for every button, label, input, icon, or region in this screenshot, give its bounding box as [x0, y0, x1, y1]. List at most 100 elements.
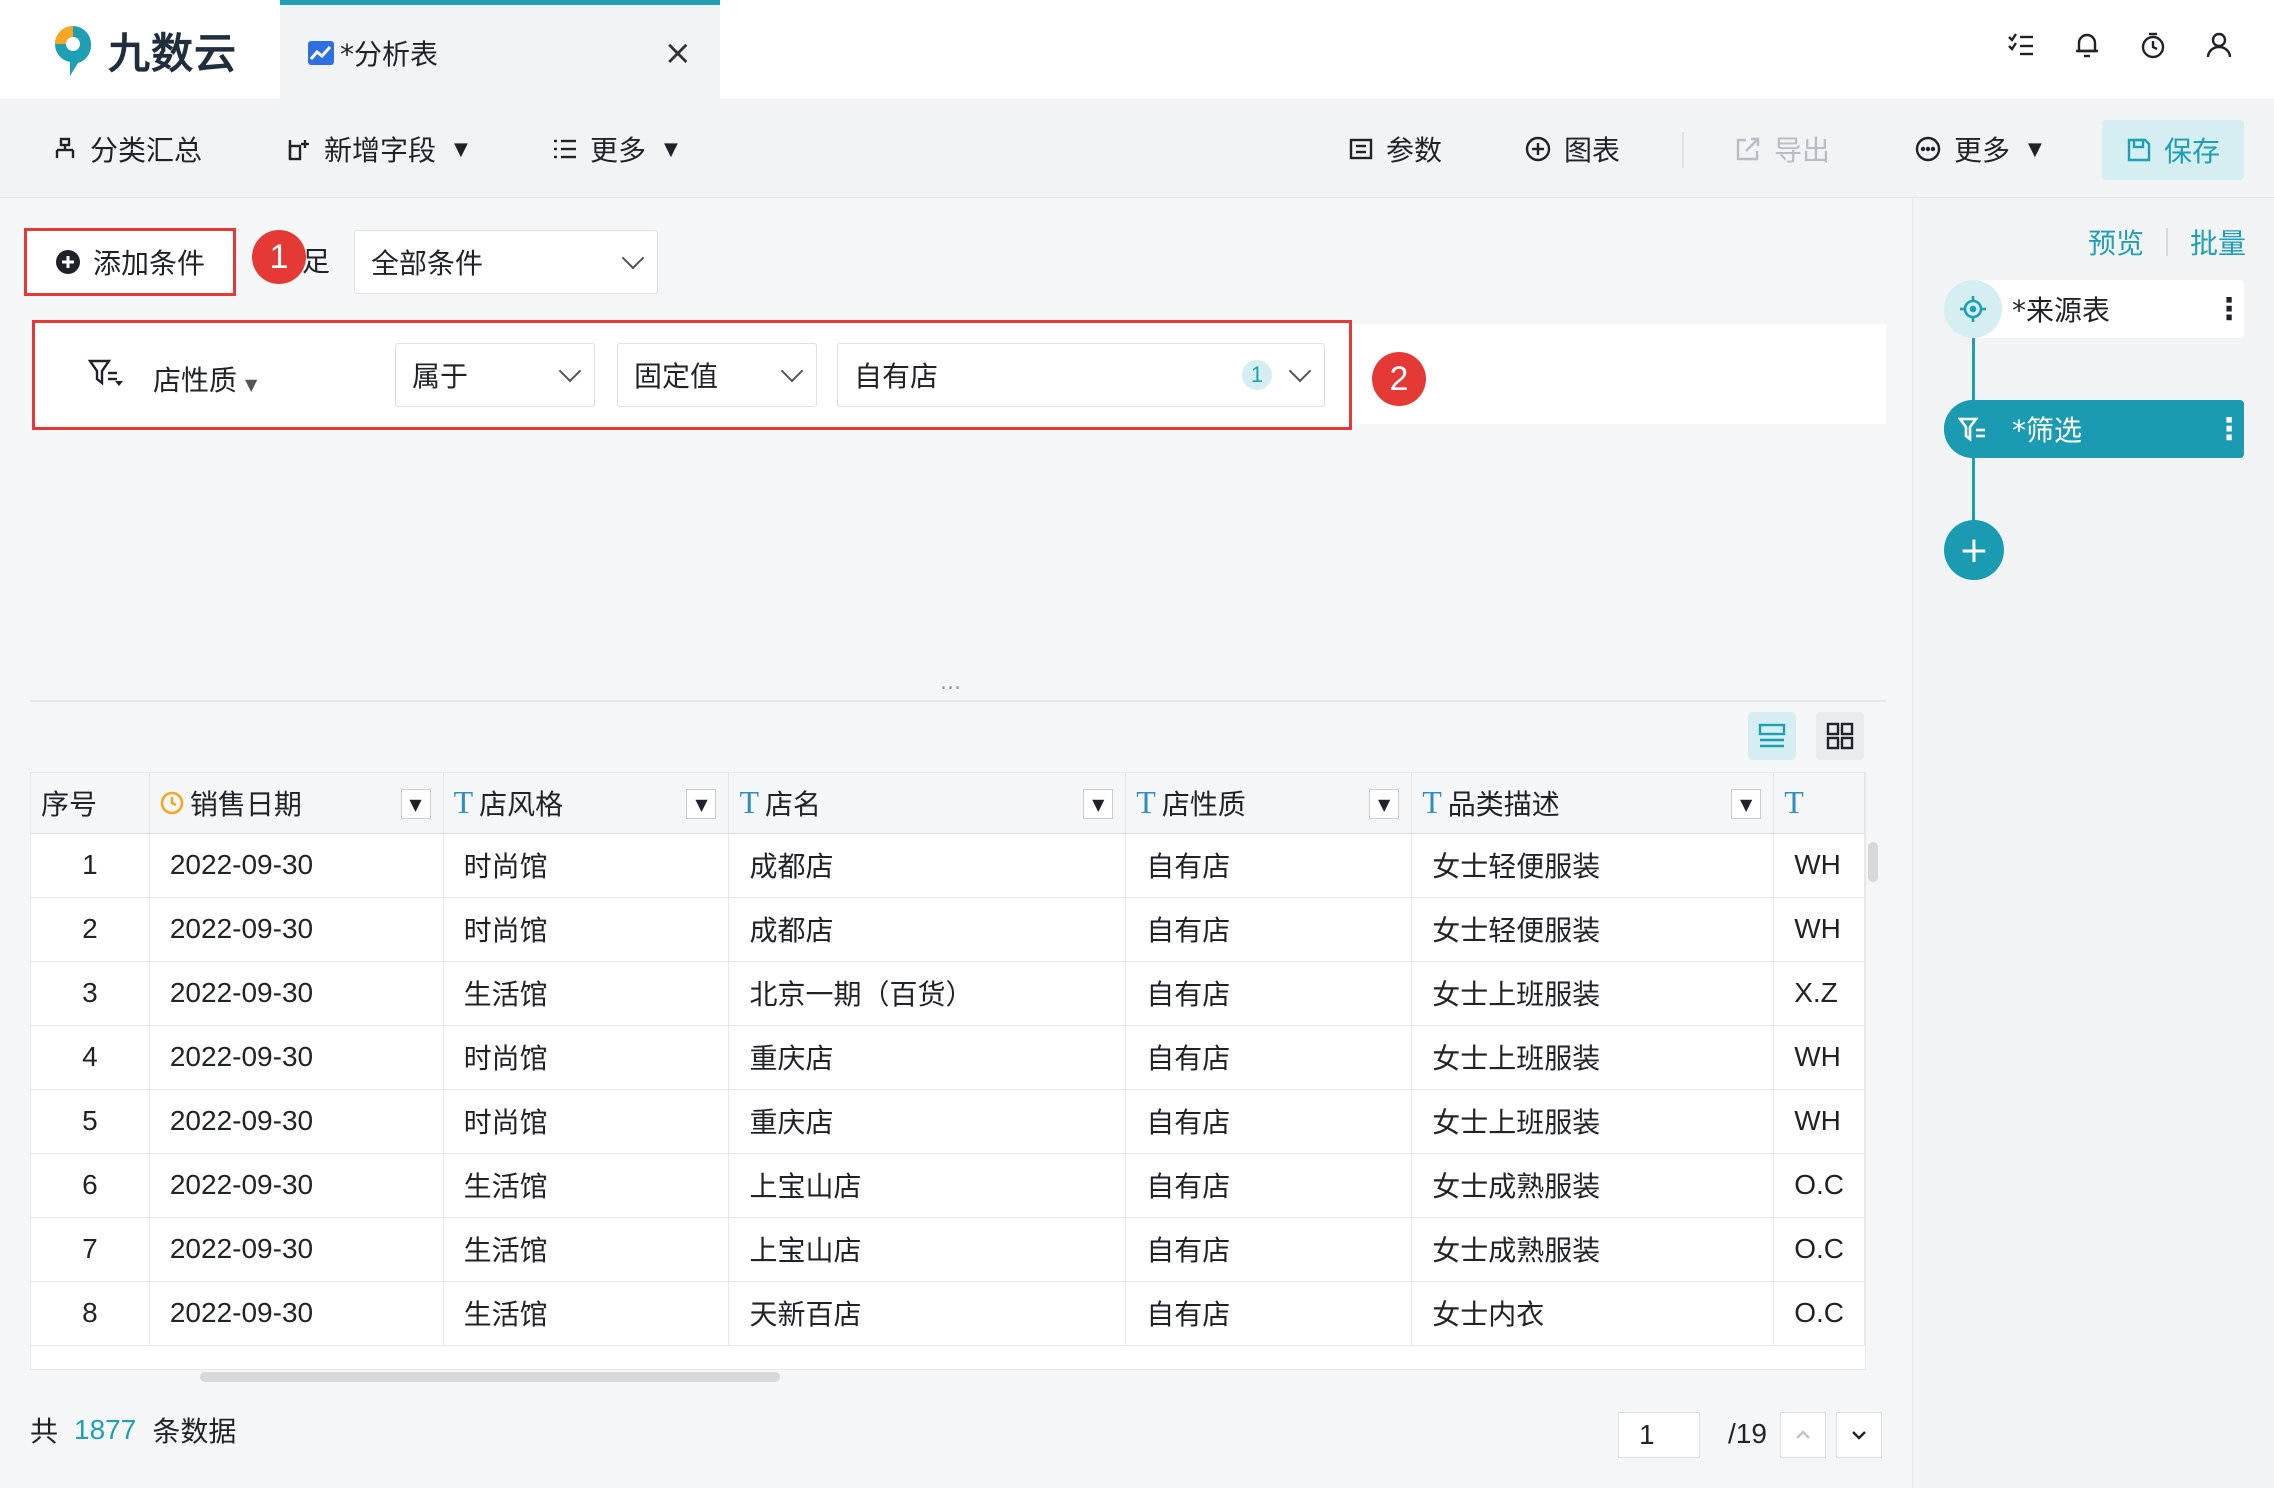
table-cell: 自有店 — [1125, 1217, 1413, 1282]
table-cell: 女士成熟服装 — [1411, 1217, 1775, 1282]
row-index-cell: 3 — [31, 961, 150, 1026]
table-row[interactable]: 2 2022-09-30 时尚馆 成都店 自有店 女士轻便服装 WH — [31, 897, 1865, 962]
kebab-menu-icon[interactable]: ⋮ — [2214, 412, 2244, 447]
column-header-truncated[interactable]: T — [1773, 773, 1865, 834]
table-cell: 女士上班服装 — [1411, 1089, 1775, 1154]
data-grid: 序号 销售日期 ▼ T 店风格 ▼ T 店名 ▼ T 店性质 ▼ T 品类描述 … — [31, 773, 1865, 1346]
list-view-toggle[interactable] — [1748, 712, 1796, 760]
params-icon — [1349, 138, 1373, 160]
grid-view-icon — [1826, 722, 1854, 750]
table-cell: 上宝山店 — [728, 1217, 1127, 1282]
user-icon[interactable] — [2204, 30, 2234, 60]
group-summary-button[interactable]: 分类汇总 — [52, 100, 202, 198]
table-row[interactable]: 6 2022-09-30 生活馆 上宝山店 自有店 女士成熟服装 O.C — [31, 1153, 1865, 1218]
kebab-menu-icon[interactable]: ⋮ — [2214, 292, 2244, 327]
column-header-store-type[interactable]: T 店性质 ▼ — [1125, 773, 1413, 834]
next-page-button[interactable] — [1836, 1412, 1882, 1458]
table-row[interactable]: 5 2022-09-30 时尚馆 重庆店 自有店 女士上班服装 WH — [31, 1089, 1865, 1154]
table-row[interactable]: 3 2022-09-30 生活馆 北京一期（百货） 自有店 女士上班服装 X.Z — [31, 961, 1865, 1026]
column-header-store-style[interactable]: T 店风格 ▼ — [443, 773, 730, 834]
plus-icon: + — [1958, 529, 1990, 571]
prev-page-button[interactable] — [1780, 1412, 1826, 1458]
table-cell: 女士上班服装 — [1411, 961, 1775, 1026]
params-button[interactable]: 参数 — [1348, 100, 1442, 198]
table-cell: X.Z — [1773, 961, 1865, 1026]
table-cell: 自有店 — [1125, 961, 1413, 1026]
task-list-icon[interactable] — [2006, 30, 2036, 60]
flow-node-filter[interactable]: *筛选 ⋮ — [1944, 400, 2244, 458]
resize-handle[interactable]: ... — [940, 670, 961, 695]
plus-circle-filled-icon — [55, 250, 80, 274]
filter-field-icon — [87, 357, 125, 393]
chart-button[interactable]: 图表 — [1524, 100, 1620, 198]
app-logo[interactable]: 九数云 — [50, 20, 237, 80]
add-field-label: 新增字段 — [324, 134, 437, 167]
tab-analysis-table[interactable]: *分析表 × — [280, 0, 720, 100]
more-right-button[interactable]: 更多 ▼ — [1914, 100, 2042, 198]
annotation-badge-1: 1 — [252, 230, 306, 284]
column-header-store-name[interactable]: T 店名 ▼ — [728, 773, 1127, 834]
table-cell: 成都店 — [728, 833, 1127, 898]
column-menu-button[interactable]: ▼ — [1369, 789, 1400, 819]
table-cell: 成都店 — [728, 897, 1127, 962]
chevron-up-icon — [1796, 1430, 1810, 1439]
save-button[interactable]: 保存 — [2102, 120, 2244, 180]
column-menu-button[interactable]: ▼ — [1083, 789, 1114, 819]
column-header-category-desc[interactable]: T 品类描述 ▼ — [1411, 773, 1775, 834]
operator-value: 属于 — [412, 360, 469, 393]
table-cell: 上宝山店 — [728, 1153, 1127, 1218]
add-condition-button[interactable]: 添加条件 — [24, 228, 236, 296]
value-select[interactable]: 自有店 1 — [837, 343, 1325, 407]
column-menu-button[interactable]: ▼ — [400, 789, 431, 819]
add-field-button[interactable]: 新增字段 ▼ — [286, 100, 468, 198]
batch-link[interactable]: 批量 — [2190, 222, 2246, 262]
add-step-button[interactable]: + — [1944, 520, 2004, 580]
table-cell: O.C — [1773, 1153, 1865, 1218]
count-suffix: 条数据 — [152, 1415, 237, 1448]
table-cell: 女士成熟服装 — [1411, 1153, 1775, 1218]
table-row[interactable]: 4 2022-09-30 时尚馆 重庆店 自有店 女士上班服装 WH — [31, 1025, 1865, 1090]
column-header-index[interactable]: 序号 — [31, 773, 150, 834]
count-prefix: 共 — [30, 1415, 59, 1448]
preview-link[interactable]: 预览 — [2088, 222, 2144, 262]
chevron-down-icon — [558, 359, 582, 383]
satisfy-label: 足 — [302, 245, 331, 278]
toolbar-divider — [1682, 132, 1684, 168]
text-type-icon: T — [1422, 784, 1442, 821]
table-cell: 自有店 — [1125, 833, 1413, 898]
flow-connector — [1972, 458, 1975, 522]
horizontal-scrollbar[interactable] — [200, 1372, 780, 1382]
more-left-button[interactable]: 更多 ▼ — [552, 100, 678, 198]
match-mode-select[interactable]: 全部条件 — [354, 230, 658, 294]
table-cell: 自有店 — [1125, 1153, 1413, 1218]
column-menu-button[interactable]: ▼ — [686, 789, 717, 819]
column-header-sale-date[interactable]: 销售日期 ▼ — [149, 773, 444, 834]
flow-node-source[interactable]: *来源表 ⋮ — [1944, 280, 2244, 338]
flow-connector — [1972, 330, 1975, 400]
grid-view-toggle[interactable] — [1816, 712, 1864, 760]
flow-panel — [1912, 198, 2274, 1488]
column-menu-button[interactable]: ▼ — [1731, 789, 1762, 819]
value-type-select[interactable]: 固定值 — [617, 343, 817, 407]
table-row[interactable]: 1 2022-09-30 时尚馆 成都店 自有店 女士轻便服装 WH — [31, 833, 1865, 898]
list-icon — [554, 139, 576, 159]
annotation-badge-2: 2 — [1372, 352, 1426, 406]
table-row[interactable]: 7 2022-09-30 生活馆 上宝山店 自有店 女士成熟服装 O.C — [31, 1217, 1865, 1282]
row-index-cell: 5 — [31, 1089, 150, 1154]
operator-select[interactable]: 属于 — [395, 343, 595, 407]
close-icon[interactable]: × — [664, 33, 693, 73]
timer-icon[interactable] — [2138, 30, 2168, 60]
bell-icon[interactable] — [2072, 30, 2102, 60]
chart-line-icon — [308, 40, 334, 65]
record-count: 共 1877 条数据 — [30, 1410, 236, 1450]
logo-mark-icon — [50, 22, 96, 78]
table-row[interactable]: 8 2022-09-30 生活馆 天新百店 自有店 女士内衣 O.C — [31, 1281, 1865, 1346]
export-button[interactable]: 导出 — [1734, 100, 1830, 198]
export-label: 导出 — [1774, 134, 1831, 167]
condition-field[interactable]: 店性质 ▼ — [153, 359, 257, 399]
table-cell: 女士轻便服装 — [1411, 833, 1775, 898]
page-input[interactable]: 1 — [1618, 1412, 1700, 1458]
vertical-scrollbar[interactable] — [1868, 842, 1878, 882]
pane-divider — [30, 700, 1886, 702]
condition-row: 店性质 ▼ 属于 固定值 自有店 1 — [32, 320, 1352, 430]
